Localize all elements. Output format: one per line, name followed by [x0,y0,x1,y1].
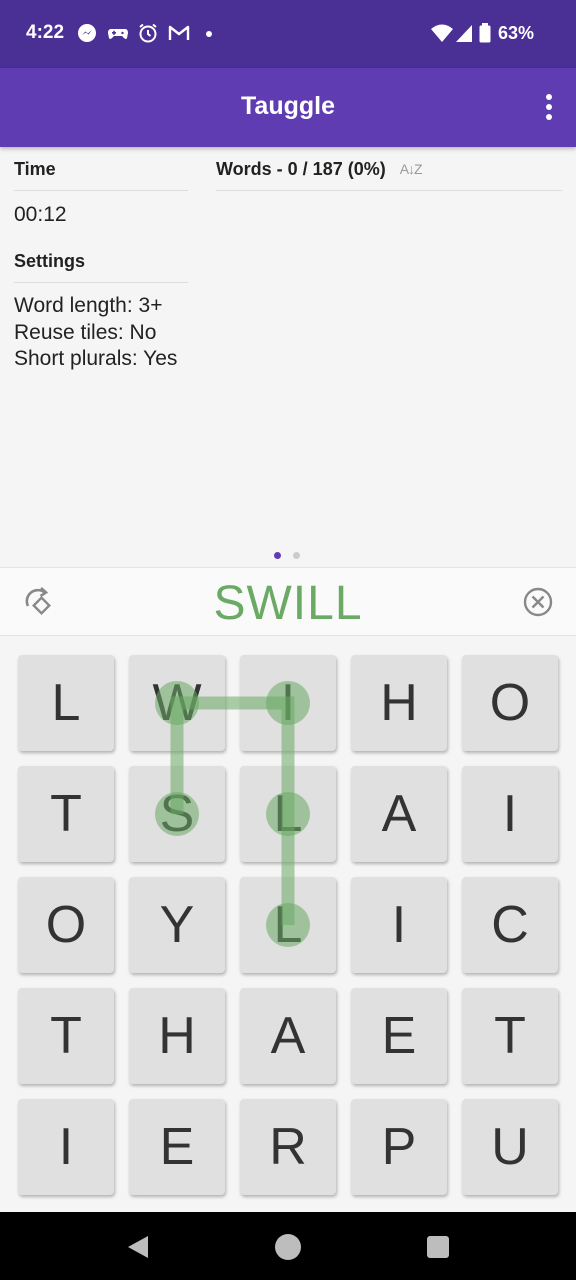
tile-letter: E [381,1007,417,1065]
back-icon[interactable] [126,1234,150,1260]
time-value: 00:12 [14,203,67,226]
letter-tile[interactable]: A [351,766,447,862]
tile-letter: T [494,1007,526,1065]
setting-word-length: Word length: 3+ [14,294,163,317]
letter-tile[interactable]: L [18,655,114,751]
tile-letter: L [51,674,81,732]
tile-letter: T [50,785,82,843]
words-panel: Words - 0 / 187 (0%) A↓Z [216,147,562,191]
status-bar: 4:22 63% [0,0,576,68]
letter-tile[interactable]: R [240,1099,336,1195]
tile-letter: A [381,785,417,843]
letter-tile[interactable]: W [129,655,225,751]
status-time: 4:22 [26,22,65,43]
letter-tile[interactable]: P [351,1099,447,1195]
settings-header: Settings [14,239,188,283]
signal-icon [456,25,472,42]
game-controller-icon [108,29,128,39]
tile-letter: I [280,674,296,732]
settings-list: Word length: 3+ Reuse tiles: No Short pl… [14,293,188,373]
current-word: SWILL [213,577,363,630]
letter-tile[interactable]: I [351,877,447,973]
gmail-icon [168,25,190,40]
page-indicator [274,552,304,560]
wifi-icon [431,24,453,42]
recents-icon[interactable] [427,1236,449,1258]
tile-letter: R [269,1118,307,1176]
current-word-bar: SWILL [0,567,576,636]
messenger-icon [78,24,96,42]
navigation-bar [0,1212,576,1280]
time-header: Time [14,147,188,191]
battery-percent: 63% [498,23,535,43]
page-dot-active [274,552,281,559]
tile-letter: I [502,785,518,843]
tile-letter: O [45,896,87,954]
letter-tile[interactable]: Y [129,877,225,973]
tile-letter: L [273,785,303,843]
letter-tile[interactable]: T [462,988,558,1084]
letter-tile[interactable]: T [18,988,114,1084]
letter-tile[interactable]: E [129,1099,225,1195]
tile-letter: Y [159,896,195,954]
battery-icon [479,23,491,43]
letter-tile[interactable]: L [240,766,336,862]
tile-letter: L [273,896,303,954]
letter-tile[interactable]: H [129,988,225,1084]
letter-tile[interactable]: U [462,1099,558,1195]
tile-letter: I [58,1118,74,1176]
tile-letter: T [50,1007,82,1065]
app-bar: Tauggle [0,68,576,147]
sort-alpha-icon[interactable]: A↓Z [400,147,423,191]
letter-board: LWIHOTSLAIOYLICTHAETIERPU [0,636,576,1212]
setting-short-plurals: Short plurals: Yes [14,347,178,370]
letter-tile[interactable]: I [240,655,336,751]
words-header: Words - 0 / 187 (0%) [216,158,386,179]
tile-letter: U [491,1118,529,1176]
setting-reuse-tiles: Reuse tiles: No [14,320,157,344]
tile-letter: A [270,1007,306,1065]
letter-tile[interactable]: I [462,766,558,862]
notification-dot [206,31,212,37]
tile-letter: S [159,785,195,843]
letter-tile[interactable]: T [18,766,114,862]
info-panel: Time 00:12 Settings Word length: 3+ Reus… [14,147,188,373]
home-icon[interactable] [275,1234,301,1260]
tile-letter: P [381,1118,417,1176]
page-dot [293,552,300,559]
app-title: Tauggle [241,92,335,120]
letter-tile[interactable]: E [351,988,447,1084]
letter-tile[interactable]: H [351,655,447,751]
letter-tile[interactable]: I [18,1099,114,1195]
tile-letter: O [489,674,531,732]
clear-circle-icon[interactable] [522,586,554,618]
tile-letter: H [380,674,418,732]
letter-tile[interactable]: O [462,655,558,751]
tile-letter: C [491,896,529,954]
tile-letter: I [391,896,407,954]
more-vert-icon[interactable] [544,94,554,122]
tile-letter: E [159,1118,195,1176]
tile-letter: W [152,674,202,732]
letter-tile[interactable]: C [462,877,558,973]
letter-tile[interactable]: A [240,988,336,1084]
letter-tile[interactable]: O [18,877,114,973]
alarm-icon [139,23,157,43]
letter-tile[interactable]: L [240,877,336,973]
letter-tile[interactable]: S [129,766,225,862]
tile-letter: H [158,1007,196,1065]
